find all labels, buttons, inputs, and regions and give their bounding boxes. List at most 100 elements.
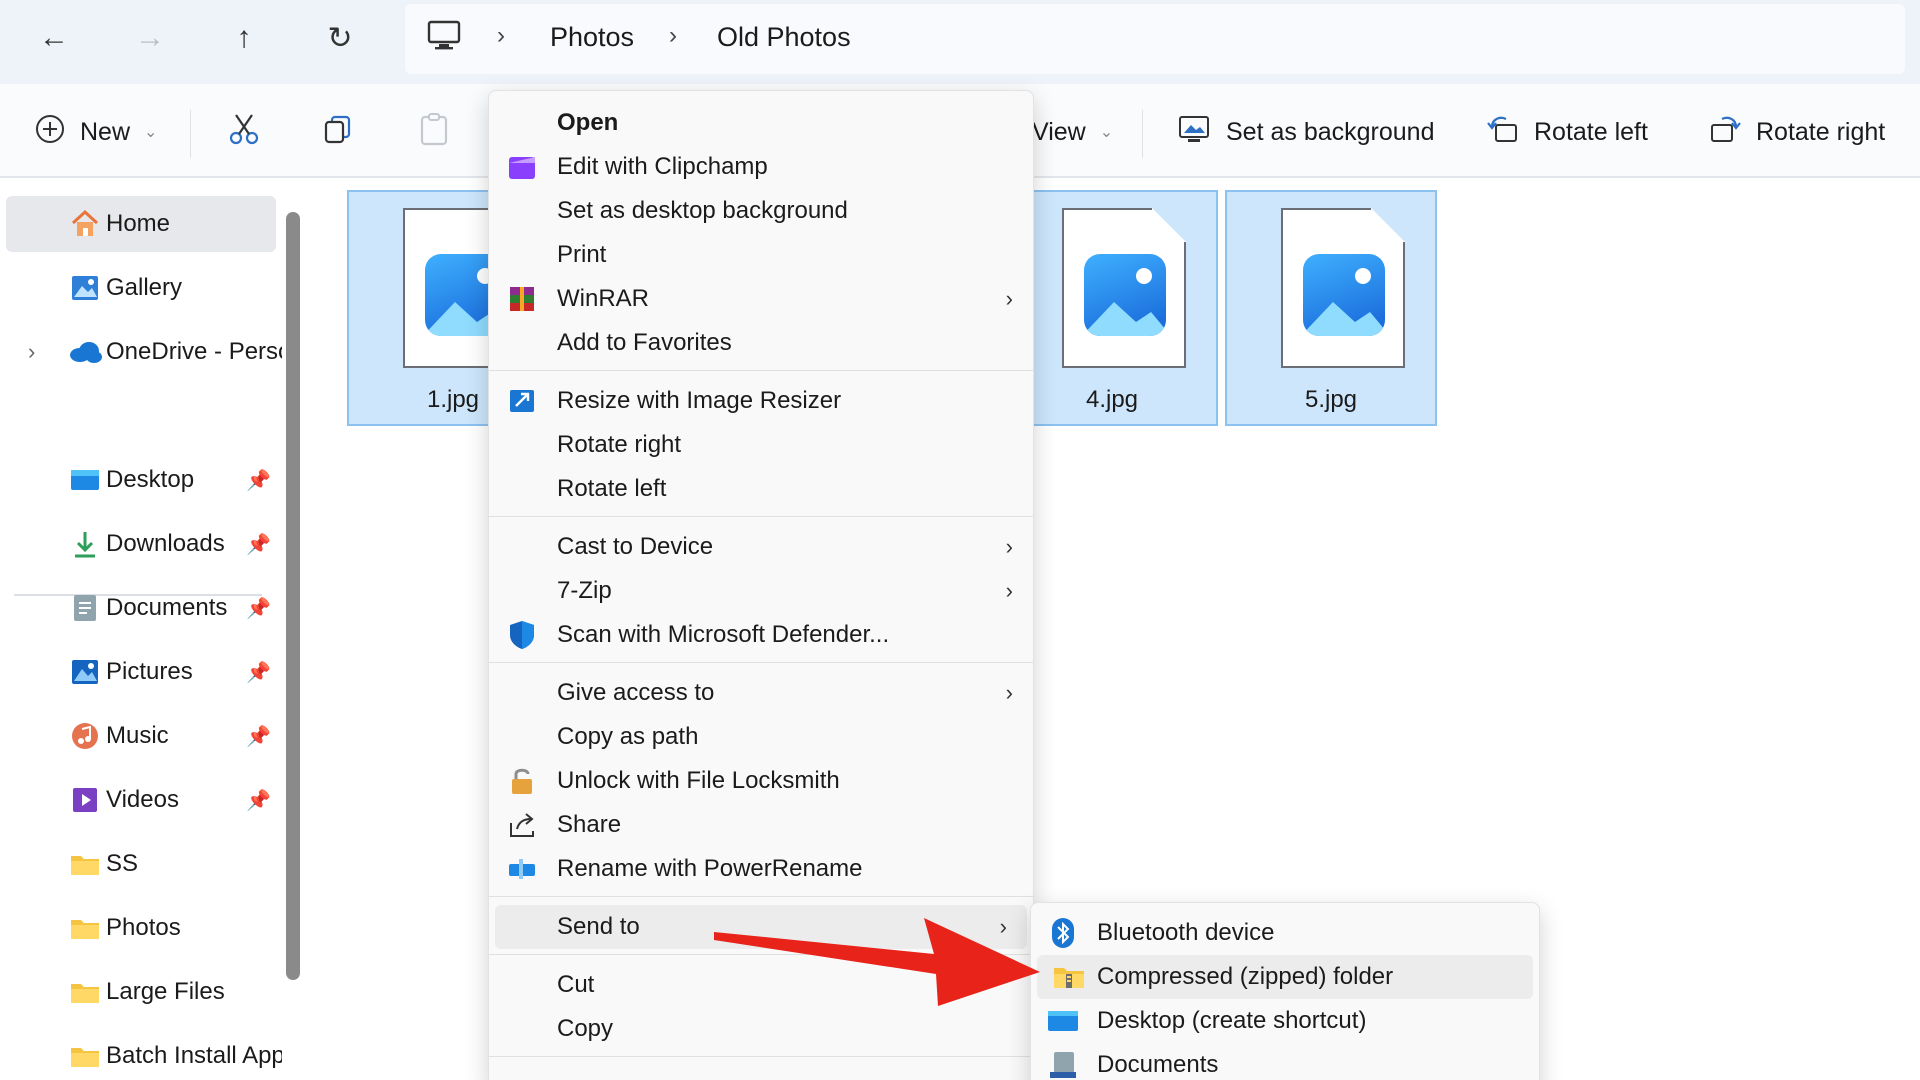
menu-item-label: WinRAR: [557, 285, 650, 312]
copy-icon: [322, 113, 354, 152]
plus-circle-icon: [34, 113, 66, 152]
rotate-right-icon: [1708, 113, 1742, 152]
pictures-icon: [68, 657, 102, 687]
set-as-background-button[interactable]: Set as background: [1176, 112, 1434, 152]
submenu-item-desktop-create-shortcut[interactable]: Desktop (create shortcut): [1031, 999, 1539, 1043]
share-icon: [505, 808, 539, 842]
download-icon: [68, 529, 102, 559]
file-item[interactable]: 4.jpg: [1006, 190, 1218, 426]
sidebar-item-label: Photos: [106, 914, 181, 941]
sidebar-item-batch-install-apps[interactable]: Batch Install Apps: [6, 1028, 282, 1080]
menu-separator: [489, 896, 1033, 897]
chevron-right-icon: ›: [1005, 534, 1013, 559]
menu-item-rotate-left[interactable]: Rotate left: [489, 467, 1033, 511]
breadcrumb-separator: ›: [497, 22, 505, 49]
set-as-background-label: Set as background: [1226, 117, 1435, 146]
image-file-icon: [1062, 208, 1186, 368]
back-arrow-icon[interactable]: ←: [32, 16, 76, 60]
menu-item-label: Set as desktop background: [557, 197, 848, 224]
menu-item-copy-as-path[interactable]: Copy as path: [489, 715, 1033, 759]
pin-icon[interactable]: 📌: [246, 596, 271, 621]
menu-item-label: Add to Favorites: [557, 329, 732, 356]
breadcrumb-old-photos[interactable]: Old Photos: [717, 22, 851, 53]
chevron-down-icon: ⌄: [144, 124, 158, 141]
menu-item-scan-with-defender[interactable]: Scan with Microsoft Defender...: [489, 613, 1033, 657]
sidebar-item-large-files[interactable]: Large Files: [6, 964, 276, 1020]
cut-button[interactable]: [228, 112, 260, 152]
pin-icon[interactable]: 📌: [246, 660, 271, 685]
menu-item-share[interactable]: Share: [489, 803, 1033, 847]
paste-button[interactable]: [418, 112, 450, 152]
submenu-item-bluetooth-device[interactable]: Bluetooth device: [1031, 911, 1539, 955]
shield-icon: [505, 618, 539, 652]
sidebar-item-ss[interactable]: SS: [6, 836, 276, 892]
view-button[interactable]: View ⌄: [1032, 112, 1113, 152]
menu-item-add-to-favorites[interactable]: Add to Favorites: [489, 321, 1033, 365]
submenu-item-label: Compressed (zipped) folder: [1097, 963, 1394, 990]
menu-item-open[interactable]: Open: [489, 101, 1033, 145]
pin-icon[interactable]: 📌: [246, 468, 271, 493]
submenu-item-documents[interactable]: Documents: [1031, 1043, 1539, 1080]
menu-item-label: Copy as path: [557, 723, 699, 750]
up-arrow-icon[interactable]: ↑: [222, 16, 266, 60]
forward-arrow-icon[interactable]: →: [128, 16, 172, 60]
submenu-item-compressed-zipped-folder[interactable]: Compressed (zipped) folder: [1037, 955, 1533, 999]
menu-item-7-zip[interactable]: 7-Zip ›: [489, 569, 1033, 613]
menu-item-cast-to-device[interactable]: Cast to Device ›: [489, 525, 1033, 569]
sidebar-item-pictures[interactable]: Pictures 📌: [6, 644, 276, 700]
view-label: View: [1032, 117, 1086, 146]
sidebar-item-onedrive[interactable]: › OneDrive - Perso: [6, 324, 282, 380]
sidebar-item-downloads[interactable]: Downloads 📌: [6, 516, 276, 572]
sidebar-item-music[interactable]: Music 📌: [6, 708, 276, 764]
menu-separator: [489, 662, 1033, 663]
menu-item-label: Resize with Image Resizer: [557, 387, 842, 414]
sidebar-item-documents[interactable]: Documents 📌: [6, 580, 276, 636]
powerrename-icon: [505, 852, 539, 886]
folder-icon: [68, 977, 102, 1007]
sidebar-item-gallery[interactable]: Gallery: [6, 260, 276, 316]
sidebar-item-desktop[interactable]: Desktop 📌: [6, 452, 276, 508]
folder-icon: [68, 849, 102, 879]
menu-item-unlock-with-file-locksmith[interactable]: Unlock with File Locksmith: [489, 759, 1033, 803]
rotate-right-button[interactable]: Rotate right: [1708, 112, 1885, 152]
new-button[interactable]: New ⌄: [34, 112, 157, 152]
menu-item-resize-with-image-resizer[interactable]: Resize with Image Resizer: [489, 379, 1033, 423]
gallery-icon: [68, 273, 102, 303]
sidebar-scrollbar[interactable]: [286, 212, 300, 980]
menu-item-label: Send to: [557, 913, 640, 940]
navigation-pane: Home Gallery › OneDrive - Perso Desktop …: [0, 180, 310, 1080]
pin-icon[interactable]: 📌: [246, 788, 271, 813]
menu-item-label: Rotate left: [557, 475, 667, 502]
sidebar-item-home[interactable]: Home: [6, 196, 276, 252]
pin-icon[interactable]: 📌: [246, 532, 271, 557]
menu-item-winrar[interactable]: WinRAR ›: [489, 277, 1033, 321]
menu-item-rotate-right[interactable]: Rotate right: [489, 423, 1033, 467]
chevron-right-icon: ›: [1005, 578, 1013, 603]
sidebar-item-photos[interactable]: Photos: [6, 900, 276, 956]
this-pc-icon[interactable]: [427, 20, 461, 57]
refresh-icon[interactable]: ↻: [318, 16, 362, 60]
address-bar-row: ← → ↑ ↻ › Photos › Old Photos: [0, 0, 1920, 84]
menu-item-edit-with-clipchamp[interactable]: Edit with Clipchamp: [489, 145, 1033, 189]
menu-item-set-as-desktop-background[interactable]: Set as desktop background: [489, 189, 1033, 233]
menu-item-label: Edit with Clipchamp: [557, 153, 768, 180]
address-box[interactable]: › Photos › Old Photos: [405, 4, 1905, 74]
menu-item-rename-with-powerrename[interactable]: Rename with PowerRename: [489, 847, 1033, 891]
menu-item-copy[interactable]: Copy: [489, 1007, 1033, 1051]
rotate-left-button[interactable]: Rotate left: [1486, 112, 1648, 152]
file-item[interactable]: 5.jpg: [1225, 190, 1437, 426]
copy-button[interactable]: [322, 112, 354, 152]
chevron-right-icon[interactable]: ›: [28, 339, 35, 365]
sidebar-item-videos[interactable]: Videos 📌: [6, 772, 276, 828]
breadcrumb-photos[interactable]: Photos: [550, 22, 634, 53]
file-name: 5.jpg: [1304, 386, 1358, 413]
image-resizer-icon: [505, 384, 539, 418]
menu-item-label: Copy: [557, 1015, 614, 1042]
scissors-icon: [228, 112, 260, 153]
menu-item-give-access-to[interactable]: Give access to ›: [489, 671, 1033, 715]
menu-item-label: Cut: [557, 971, 595, 998]
pin-icon[interactable]: 📌: [246, 724, 271, 749]
annotation-arrow-icon: [714, 918, 1040, 1006]
menu-item-label: Rotate right: [557, 431, 682, 458]
menu-item-print[interactable]: Print: [489, 233, 1033, 277]
